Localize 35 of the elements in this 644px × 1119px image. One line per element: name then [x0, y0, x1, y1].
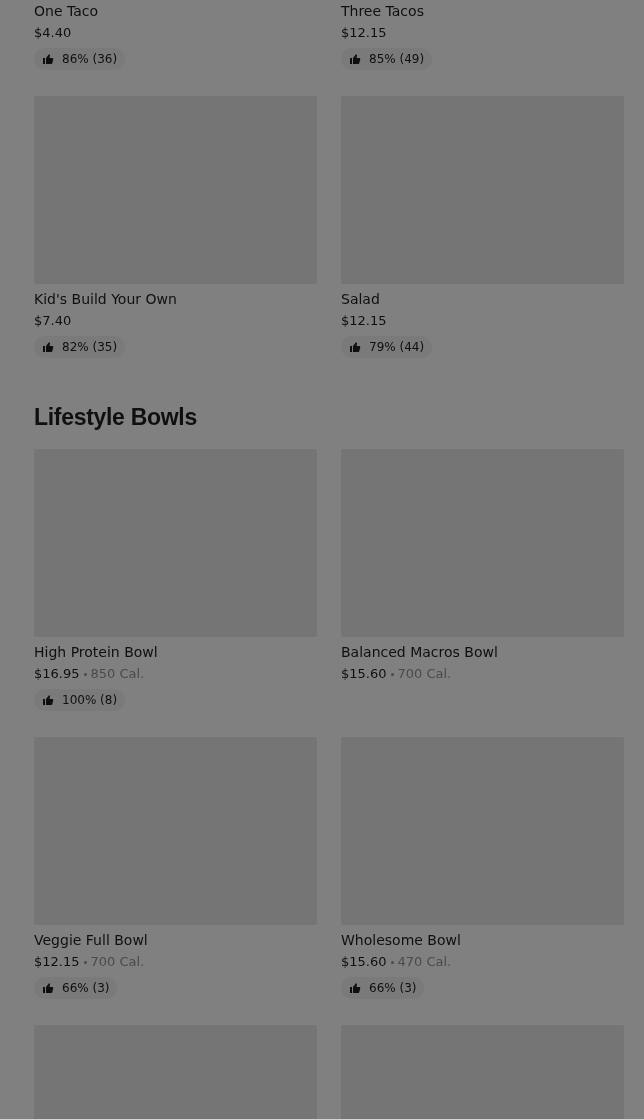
thumbs-up-icon	[42, 341, 54, 353]
rating-badge: 66% (3)	[34, 977, 118, 999]
rating-badge: 85% (49)	[341, 48, 433, 70]
item-price: $15.60	[341, 665, 387, 683]
rating-badge: 66% (3)	[341, 977, 425, 999]
item-price: $12.15	[341, 24, 387, 42]
thumbs-up-icon	[42, 694, 54, 706]
thumbs-up-icon	[349, 341, 361, 353]
item-name[interactable]: Wholesome Bowl	[341, 929, 461, 951]
item-price: $15.60	[341, 953, 387, 971]
item-name[interactable]: Salad	[341, 288, 380, 310]
rating-badge: 100% (8)	[34, 689, 126, 711]
separator-dot	[83, 672, 87, 676]
rating-badge: 86% (36)	[34, 48, 126, 70]
item-price: $7.40	[34, 312, 72, 330]
item-name[interactable]: Balanced Macros Bowl	[341, 641, 498, 663]
item-price: $12.15	[34, 953, 80, 971]
separator-dot	[83, 960, 87, 964]
item-price: $12.15	[341, 312, 387, 330]
thumbs-up-icon	[349, 53, 361, 65]
item-name[interactable]: One Taco	[34, 0, 99, 22]
thumbs-up-icon	[349, 982, 361, 994]
item-price: $4.40	[34, 24, 72, 42]
item-name[interactable]: Kid's Build Your Own	[34, 288, 177, 310]
thumbs-up-icon	[42, 53, 54, 65]
rating-badge: 79% (44)	[341, 336, 433, 358]
item-name[interactable]: Veggie Full Bowl	[34, 929, 148, 951]
item-name[interactable]: High Protein Bowl	[34, 641, 158, 663]
item-name[interactable]: Three Tacos	[341, 0, 424, 22]
separator-dot	[390, 960, 394, 964]
item-price: $16.95	[34, 665, 80, 683]
rating-badge: 82% (35)	[34, 336, 126, 358]
section-heading: Lifestyle Bowls	[34, 404, 198, 431]
separator-dot	[390, 672, 394, 676]
thumbs-up-icon	[42, 982, 54, 994]
